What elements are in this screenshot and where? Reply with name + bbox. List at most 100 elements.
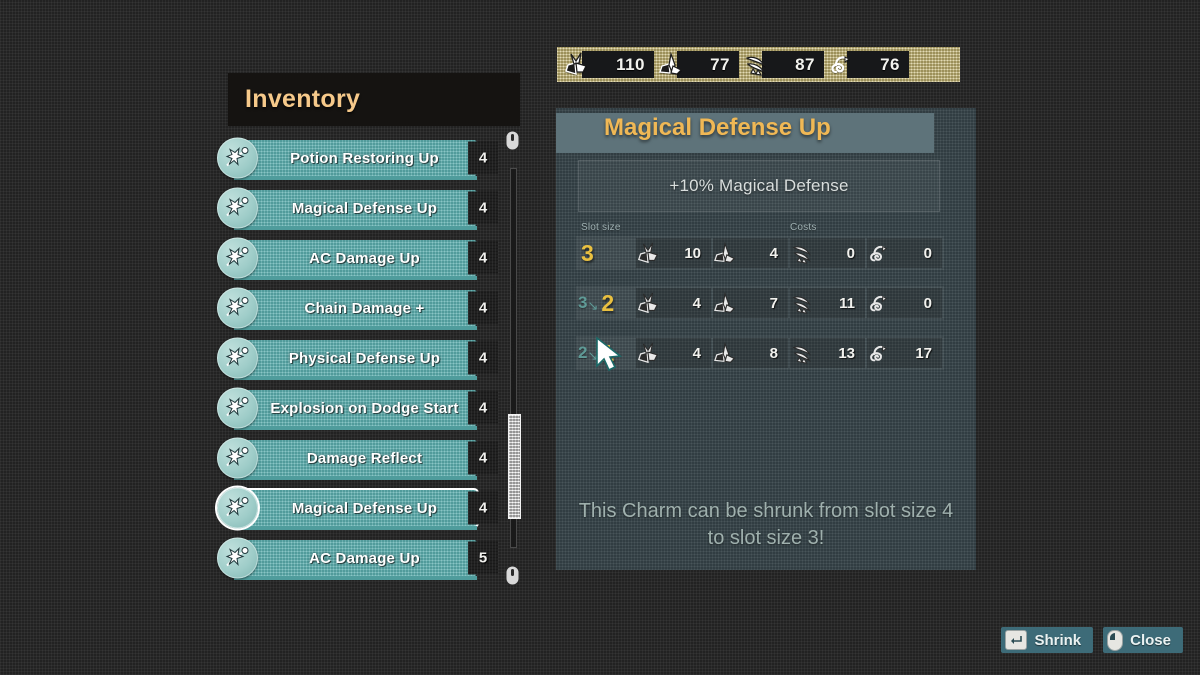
shard-icon [711,290,739,316]
cost-cell: 7 [713,288,788,318]
list-item[interactable]: Magical Defense Up 4 [212,183,498,233]
list-item-pill: Physical Defense Up [234,340,477,380]
shard-icon [711,340,739,366]
close-button[interactable]: Close [1103,627,1183,653]
list-item-pill: Magical Defense Up [234,490,477,530]
inventory-scrollbar[interactable] [498,128,528,588]
enter-key-icon [1005,630,1028,650]
coil-shell-icon [865,240,893,266]
list-item-quantity: 4 [468,391,498,425]
coil-shell-icon [865,340,893,366]
list-item-label: AC Damage Up [309,549,420,567]
list-item-pill: Chain Damage + [234,290,477,330]
list-item-label: Explosion on Dodge Start [270,399,459,417]
slot-size-column-label: Slot size [581,222,621,233]
cost-value: 0 [923,294,932,312]
list-item-quantity: 4 [468,191,498,225]
table-row[interactable]: 2 ↘ 1 4 8 [576,336,944,370]
list-item-label: Potion Restoring Up [290,149,439,167]
cost-value: 0 [846,244,855,262]
list-item-label: AC Damage Up [309,249,420,267]
charm-star-icon [217,387,258,429]
cost-value: 4 [692,294,701,312]
cost-value: 8 [769,344,778,362]
claw-icon [788,240,816,266]
cost-value: 0 [923,244,932,262]
charm-star-icon [217,537,258,579]
shrink-button[interactable]: Shrink [1001,627,1094,653]
shard-icon [656,51,686,78]
page-title: Inventory [245,85,361,113]
list-item-partial[interactable] [212,583,498,596]
claw-icon [741,51,771,78]
list-item-pill: Explosion on Dodge Start [234,390,477,430]
list-item[interactable]: Chain Damage + 4 [212,283,498,333]
resource-counter: 76 [826,51,909,78]
list-item-pill: AC Damage Up [234,540,477,580]
list-item[interactable]: Explosion on Dodge Start 4 [212,383,498,433]
gem-cluster-icon [634,240,662,266]
list-item-quantity: 5 [468,541,498,575]
list-item-label: Magical Defense Up [291,499,438,517]
list-item[interactable]: Damage Reflect 4 [212,433,498,483]
list-item-label: Physical Defense Up [288,349,441,367]
slot-to: 2 [601,289,615,316]
resource-value: 110 [582,51,654,78]
coil-shell-icon [865,290,893,316]
list-item-label: Damage Reflect [306,449,423,467]
mouse-wheel-icon[interactable] [502,128,523,153]
cost-value: 4 [692,344,701,362]
scrollbar-track[interactable] [508,168,521,548]
resource-value: 77 [677,51,739,78]
list-item-pill: Magical Defense Up [234,190,477,230]
slot-from: 2 [578,343,588,362]
gem-cluster-icon [634,290,662,316]
charm-description: +10% Magical Defense [669,176,849,195]
list-item[interactable]: Physical Defense Up 4 [212,333,498,383]
charm-description-box: +10% Magical Defense [578,160,940,212]
mouse-icon [1107,629,1124,651]
charm-star-icon [217,137,258,179]
cost-cell: 4 [713,238,788,268]
list-item[interactable]: AC Damage Up 4 [212,233,498,283]
list-item-quantity: 4 [468,291,498,325]
costs-column-label: Costs [790,222,817,233]
list-item-label: Chain Damage + [304,299,425,317]
charm-star-icon [217,487,258,529]
shrink-cost-table: 3 10 4 0 0 3 ↘ 2 4 7 11 0 2 ↘ 4 8 13 17 [576,236,944,386]
list-item-pill: Potion Restoring Up [234,140,477,180]
cost-value: 17 [915,344,932,362]
list-item-quantity: 4 [468,141,498,175]
charm-star-icon [217,287,258,329]
list-item-selected[interactable]: Magical Defense Up 4 [212,483,498,533]
cost-value: 11 [839,294,855,312]
slot-to: 3 [581,239,594,266]
resource-value: 87 [762,51,824,78]
list-item[interactable]: Potion Restoring Up 4 [212,133,498,183]
resource-bar: 110 77 87 76 [557,47,960,82]
gem-cluster-icon [561,51,591,78]
shrink-hint-message: This Charm can be shrunk from slot size … [578,500,954,549]
cost-cell: 0 [867,288,942,318]
cost-cell: 17 [867,338,942,368]
mouse-wheel-icon[interactable] [502,563,523,588]
mouse-cursor [595,336,625,379]
charm-name: Magical Defense Up [604,114,831,141]
scrollbar-thumb[interactable] [508,414,521,519]
charm-star-icon [217,237,258,279]
slot-arrow-icon: ↘ [587,298,599,313]
cost-cell: 13 [790,338,865,368]
charm-star-icon [217,337,258,379]
cost-cell: 10 [636,238,711,268]
cost-value: 7 [769,294,778,312]
table-row[interactable]: 3 10 4 0 0 [576,236,944,270]
close-button-label: Close [1130,631,1171,649]
table-row[interactable]: 3 ↘ 2 4 7 11 0 [576,286,944,320]
shard-icon [711,240,739,266]
cost-cell: 0 [790,238,865,268]
slot-size-cell: 3 ↘ 2 [576,286,636,320]
resource-counter: 87 [741,51,824,78]
cost-cell: 4 [636,338,711,368]
list-item[interactable]: AC Damage Up 5 [212,533,498,583]
inventory-list[interactable]: Potion Restoring Up 4 Magical Defense Up… [212,133,498,596]
